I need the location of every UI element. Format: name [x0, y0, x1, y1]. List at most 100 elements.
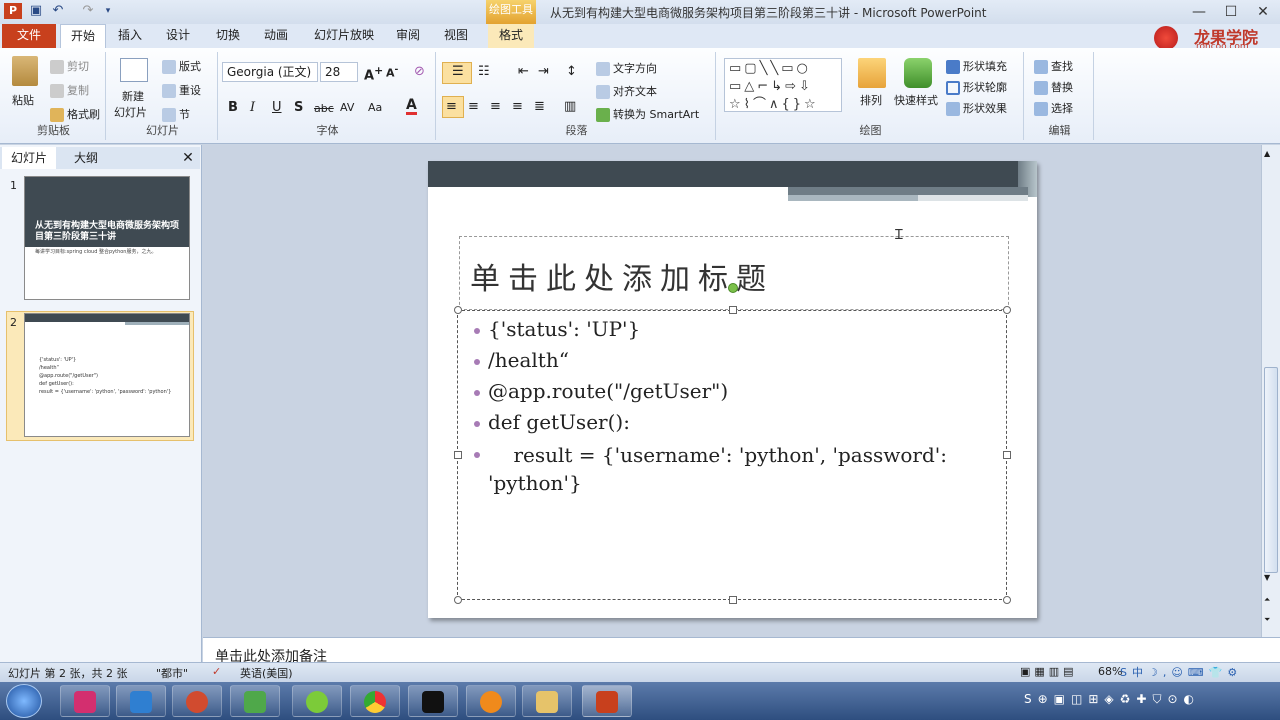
taskbar-app-uc[interactable]: [466, 685, 516, 717]
shadow-button[interactable]: S: [294, 100, 303, 115]
justify-icon[interactable]: ≡: [512, 99, 523, 114]
increase-indent-icon[interactable]: ⇥: [538, 64, 549, 79]
save-icon[interactable]: ▣: [28, 3, 44, 19]
vertical-scrollbar[interactable]: ▲ ▼ ⏶ ⏷: [1261, 145, 1280, 637]
columns-icon[interactable]: ▥: [564, 99, 576, 114]
change-case-button[interactable]: Aa: [368, 101, 382, 114]
taskbar-app-green[interactable]: [292, 685, 342, 717]
new-slide-icon[interactable]: [120, 58, 148, 82]
decrease-indent-icon[interactable]: ⇤: [518, 64, 529, 79]
cut-button[interactable]: 剪切: [50, 58, 89, 74]
tab-outline[interactable]: 大纲: [58, 147, 114, 169]
content-placeholder[interactable]: {'status': 'UP'} /health“ @app.route("/g…: [457, 310, 1007, 600]
clear-format-icon[interactable]: ⊘: [414, 64, 425, 79]
view-buttons[interactable]: ▣▦▥▤: [1020, 665, 1078, 678]
zoom-level[interactable]: 68%: [1098, 665, 1122, 678]
find-button[interactable]: 查找: [1034, 58, 1073, 74]
format-painter-button[interactable]: 格式刷: [50, 106, 100, 122]
prev-slide-icon[interactable]: ⏶: [1264, 595, 1270, 605]
shape-outline-button[interactable]: 形状轮廓: [946, 79, 1007, 95]
tab-format[interactable]: 格式: [488, 24, 534, 48]
paste-button[interactable]: 粘贴: [12, 92, 34, 108]
tab-slides[interactable]: 幻灯片: [2, 147, 56, 169]
spellcheck-icon[interactable]: ✓: [212, 665, 221, 678]
char-spacing-button[interactable]: AV: [340, 101, 354, 114]
tab-animations[interactable]: 动画: [256, 24, 296, 48]
taskbar-app-notes[interactable]: [230, 685, 280, 717]
tab-insert[interactable]: 插入: [110, 24, 150, 48]
slide-thumbnail-2[interactable]: {'status': 'UP'} /health“ @app.route("/g…: [24, 313, 190, 437]
undo-icon[interactable]: ↶: [50, 3, 66, 19]
tab-home[interactable]: 开始: [60, 24, 106, 48]
tab-view[interactable]: 视图: [436, 24, 476, 48]
new-slide-label-2[interactable]: 幻灯片: [114, 104, 147, 120]
ime-toolbar[interactable]: S中☽,☺⌨👕⚙: [1120, 664, 1270, 680]
redo-icon[interactable]: ↷: [80, 3, 96, 19]
close-button[interactable]: ✕: [1248, 2, 1278, 22]
resize-handle[interactable]: [454, 306, 462, 314]
powerpoint-app-icon[interactable]: P: [4, 3, 22, 19]
scroll-thumb[interactable]: [1264, 367, 1278, 573]
new-slide-label-1[interactable]: 新建: [122, 88, 144, 104]
minimize-button[interactable]: —: [1184, 2, 1214, 22]
shape-fill-button[interactable]: 形状填充: [946, 58, 1007, 74]
layout-button[interactable]: 版式: [162, 58, 201, 74]
font-name-dropdown[interactable]: Georgia (正文): [222, 62, 318, 82]
start-button[interactable]: [6, 684, 42, 718]
resize-handle[interactable]: [1003, 306, 1011, 314]
section-button[interactable]: 节: [162, 106, 190, 122]
rotate-handle[interactable]: [728, 283, 738, 293]
underline-button[interactable]: U: [272, 100, 282, 115]
line-spacing-icon[interactable]: ↕: [566, 64, 577, 79]
customize-qat-icon[interactable]: ▾: [100, 3, 116, 19]
slide-thumbnail-1[interactable]: 从无到有构建大型电商微服务架构项目第三阶段第三十讲 每讲学习目标:spring …: [24, 176, 190, 300]
shape-effects-button[interactable]: 形状效果: [946, 100, 1007, 116]
taskbar-app-intellij[interactable]: [60, 685, 110, 717]
copy-button[interactable]: 复制: [50, 82, 89, 98]
tab-slideshow[interactable]: 幻灯片放映: [306, 24, 382, 48]
taskbar-app-powerpoint[interactable]: [582, 685, 632, 717]
align-text-button[interactable]: 对齐文本: [596, 83, 657, 99]
italic-button[interactable]: I: [250, 100, 255, 115]
system-tray[interactable]: S⊕▣◫⊞◈♻✚⛉⊙◐: [1024, 692, 1200, 707]
scroll-up-icon[interactable]: ▲: [1264, 149, 1270, 158]
resize-handle[interactable]: [1003, 451, 1011, 459]
scroll-down-icon[interactable]: ▼: [1264, 573, 1270, 582]
shrink-font-icon[interactable]: A-: [386, 64, 398, 80]
close-pane-icon[interactable]: ✕: [178, 147, 198, 169]
align-right-icon[interactable]: ≡: [490, 99, 501, 114]
resize-handle[interactable]: [729, 306, 737, 314]
maximize-button[interactable]: ☐: [1216, 2, 1246, 22]
quick-styles-button[interactable]: 快速样式: [894, 92, 938, 108]
tab-file[interactable]: 文件: [2, 24, 56, 48]
strikethrough-button[interactable]: abc: [314, 102, 334, 115]
smartart-button[interactable]: 转换为 SmartArt: [596, 106, 699, 122]
grow-font-icon[interactable]: A+: [364, 64, 383, 83]
font-size-dropdown[interactable]: 28: [320, 62, 358, 82]
next-slide-icon[interactable]: ⏷: [1264, 615, 1270, 625]
tab-transitions[interactable]: 切换: [208, 24, 248, 48]
paste-icon[interactable]: [12, 56, 38, 86]
text-direction-button[interactable]: 文字方向: [596, 60, 657, 76]
replace-button[interactable]: 替换: [1034, 79, 1073, 95]
resize-handle[interactable]: [1003, 596, 1011, 604]
resize-handle[interactable]: [454, 596, 462, 604]
taskbar-app-explorer[interactable]: [522, 685, 572, 717]
bold-button[interactable]: B: [228, 100, 238, 115]
taskbar-app-red[interactable]: [172, 685, 222, 717]
title-placeholder[interactable]: 单击此处添加标题: [459, 236, 1009, 310]
tab-design[interactable]: 设计: [158, 24, 198, 48]
resize-handle[interactable]: [729, 596, 737, 604]
taskbar-app-chrome[interactable]: [350, 685, 400, 717]
resize-handle[interactable]: [454, 451, 462, 459]
taskbar-app-notepad[interactable]: [116, 685, 166, 717]
taskbar-app-terminal[interactable]: [408, 685, 458, 717]
language[interactable]: 英语(美国): [240, 665, 293, 681]
tab-review[interactable]: 审阅: [388, 24, 428, 48]
distribute-icon[interactable]: ≣: [534, 99, 545, 114]
arrange-button[interactable]: 排列: [860, 92, 882, 108]
arrange-icon[interactable]: [858, 58, 886, 88]
notes-pane[interactable]: 单击此处添加备注: [203, 637, 1280, 665]
numbering-icon[interactable]: ☷: [478, 64, 490, 79]
reset-button[interactable]: 重设: [162, 82, 201, 98]
